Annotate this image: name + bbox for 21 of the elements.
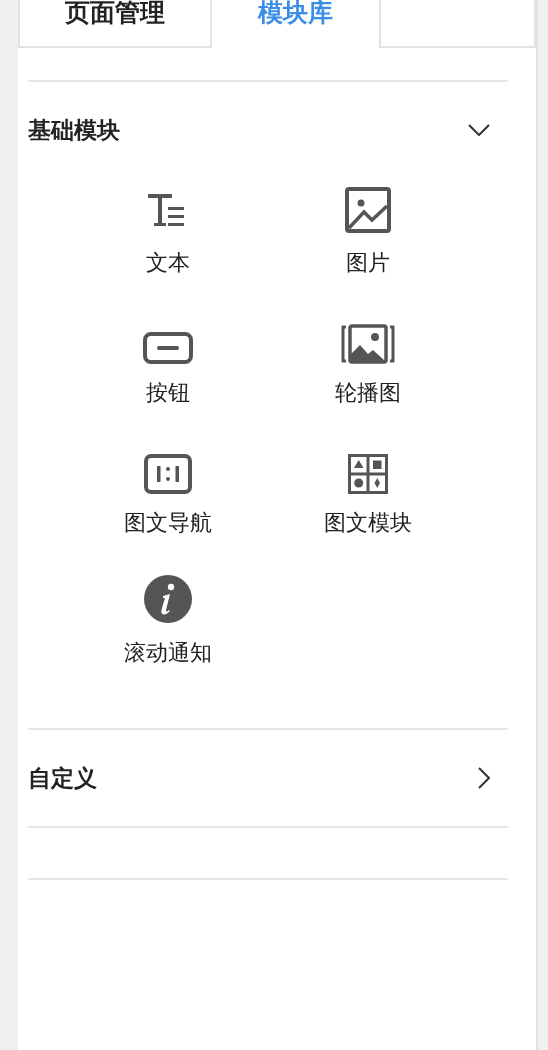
info-icon — [143, 574, 193, 624]
button-icon — [143, 332, 193, 364]
module-label[interactable]: 轮播图 — [335, 378, 401, 408]
ratio-icon — [144, 454, 192, 494]
section-header[interactable]: 基础模块 — [28, 82, 508, 178]
section-title: 自定义 — [28, 763, 97, 793]
image-icon — [344, 186, 392, 234]
chevron-down-icon — [468, 124, 490, 136]
section-title: 基础模块 — [28, 115, 120, 145]
tab[interactable]: 页面管理 — [18, 0, 212, 48]
module-label[interactable]: 图片 — [346, 248, 390, 278]
module-label[interactable]: 文本 — [146, 248, 190, 278]
chevron-right-icon — [478, 767, 490, 789]
section-header[interactable]: 自定义 — [28, 730, 508, 826]
tab[interactable] — [379, 0, 536, 48]
module-label[interactable]: 图文模块 — [324, 508, 412, 538]
shapes-grid-icon — [348, 454, 388, 494]
carousel-image-icon — [340, 324, 396, 364]
module-label[interactable]: 图文导航 — [124, 508, 212, 538]
module-label[interactable]: 滚动通知 — [124, 638, 212, 668]
module-label[interactable]: 按钮 — [146, 378, 190, 408]
